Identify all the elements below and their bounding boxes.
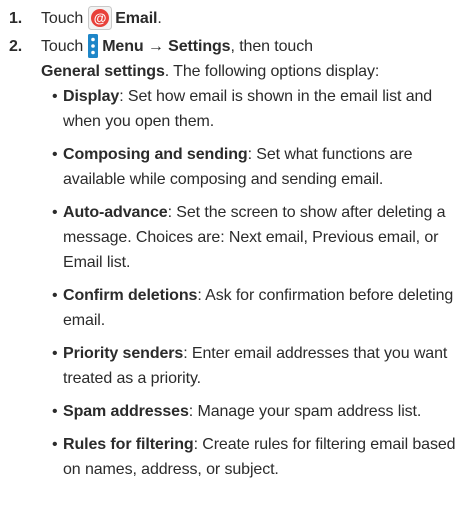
step-text-suffix: . The following options display: (164, 63, 380, 80)
option-priority-senders: • Priority senders: Enter email addresses… (52, 341, 466, 391)
step-body: Touch @ Email. (41, 6, 466, 31)
step-text: Touch (41, 10, 84, 27)
step-text: Touch (41, 38, 84, 55)
bullet-icon: • (52, 345, 58, 362)
bullet-icon: • (52, 146, 58, 163)
svg-text:@: @ (94, 11, 107, 26)
bullet-icon: • (52, 88, 58, 105)
menu-settings-label: Menu → Settings (102, 38, 231, 55)
bullet-icon: • (52, 403, 58, 420)
step-text-middle: , then touch (230, 38, 314, 55)
option-term: Rules for filtering (63, 436, 194, 453)
option-description: : Set how email is shown in the email li… (63, 88, 433, 130)
step-number: 1. (9, 10, 23, 27)
option-term: Auto-advance (63, 204, 168, 221)
option-composing-and-sending: • Composing and sending: Set what functio… (52, 142, 466, 192)
option-confirm-deletions: • Confirm deletions: Ask for confirmation… (52, 283, 466, 333)
option-description: : Manage your spam address list. (188, 403, 422, 420)
option-rules-for-filtering: • Rules for filtering: Create rules for f… (52, 432, 466, 482)
step-body: Touch Menu → Settings, then touch Genera… (41, 34, 466, 80)
bullet-icon: • (52, 436, 58, 453)
step-line-2: General settings. The following options … (41, 59, 379, 84)
step-text-suffix: . (157, 10, 162, 27)
option-spam-addresses: • Spam addresses: Manage your spam addres… (52, 399, 466, 424)
option-display: • Display: Set how email is shown in the … (52, 84, 466, 134)
options-list: • Display: Set how email is shown in the … (52, 84, 466, 490)
step-number: 2. (9, 38, 23, 55)
option-term: Confirm deletions (63, 287, 198, 304)
option-term: Display (63, 88, 120, 105)
option-term: Spam addresses (63, 403, 189, 420)
menu-icon (88, 34, 99, 58)
option-term: Composing and sending (63, 146, 248, 163)
bullet-icon: • (52, 287, 58, 304)
bullet-icon: • (52, 204, 58, 221)
option-auto-advance: • Auto-advance: Set the screen to show af… (52, 200, 466, 275)
email-app-icon: @ (88, 6, 113, 30)
general-settings-label: General settings (41, 63, 165, 80)
instructions-page: 1. Touch @ Email. 2. Touch Menu → Settin… (0, 0, 474, 505)
option-term: Priority senders (63, 345, 184, 362)
email-app-name: Email (115, 10, 158, 27)
